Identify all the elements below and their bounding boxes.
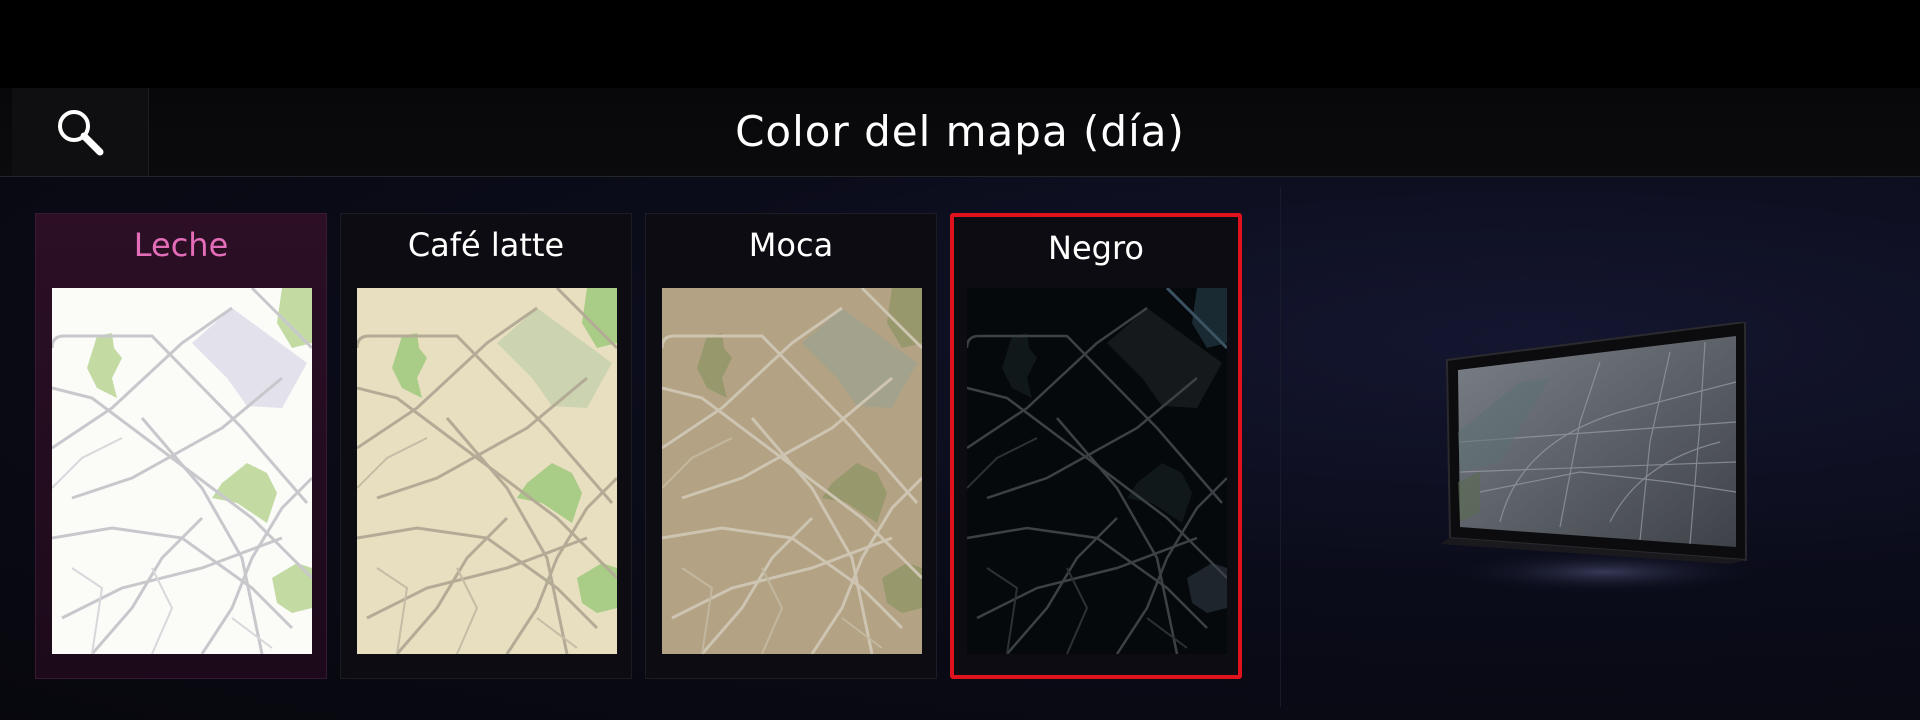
theme-option-label: Café latte: [407, 226, 565, 264]
theme-option-cafe-latte[interactable]: Café latte: [340, 213, 632, 679]
map-thumbnail: [662, 288, 922, 654]
theme-option-negro[interactable]: Negro: [950, 213, 1242, 679]
theme-option-leche[interactable]: Leche: [35, 213, 327, 679]
map-thumbnail: [967, 288, 1227, 654]
map-thumbnail-image: [357, 288, 617, 654]
map-thumbnail: [52, 288, 312, 654]
map-thumbnail: [357, 288, 617, 654]
search-icon: [58, 110, 104, 156]
panel-divider: [1280, 187, 1281, 707]
theme-option-label: Leche: [133, 226, 229, 264]
content-area: Leche Café latte Moca Negro: [0, 177, 1920, 720]
map-thumbnail-image: [967, 288, 1227, 654]
map-color-screen: Color del mapa (día) Leche Café latte Mo…: [0, 0, 1920, 720]
display-screen-preview: [1440, 322, 1760, 592]
search-button[interactable]: [12, 88, 149, 176]
header-bar: Color del mapa (día): [0, 88, 1920, 177]
map-thumbnail-image: [52, 288, 312, 654]
theme-option-moca[interactable]: Moca: [645, 213, 937, 679]
page-title: Color del mapa (día): [735, 107, 1185, 156]
map-preview: [1440, 322, 1760, 592]
theme-option-label: Negro: [1048, 229, 1144, 267]
theme-option-label: Moca: [748, 226, 834, 264]
map-thumbnail-image: [662, 288, 922, 654]
